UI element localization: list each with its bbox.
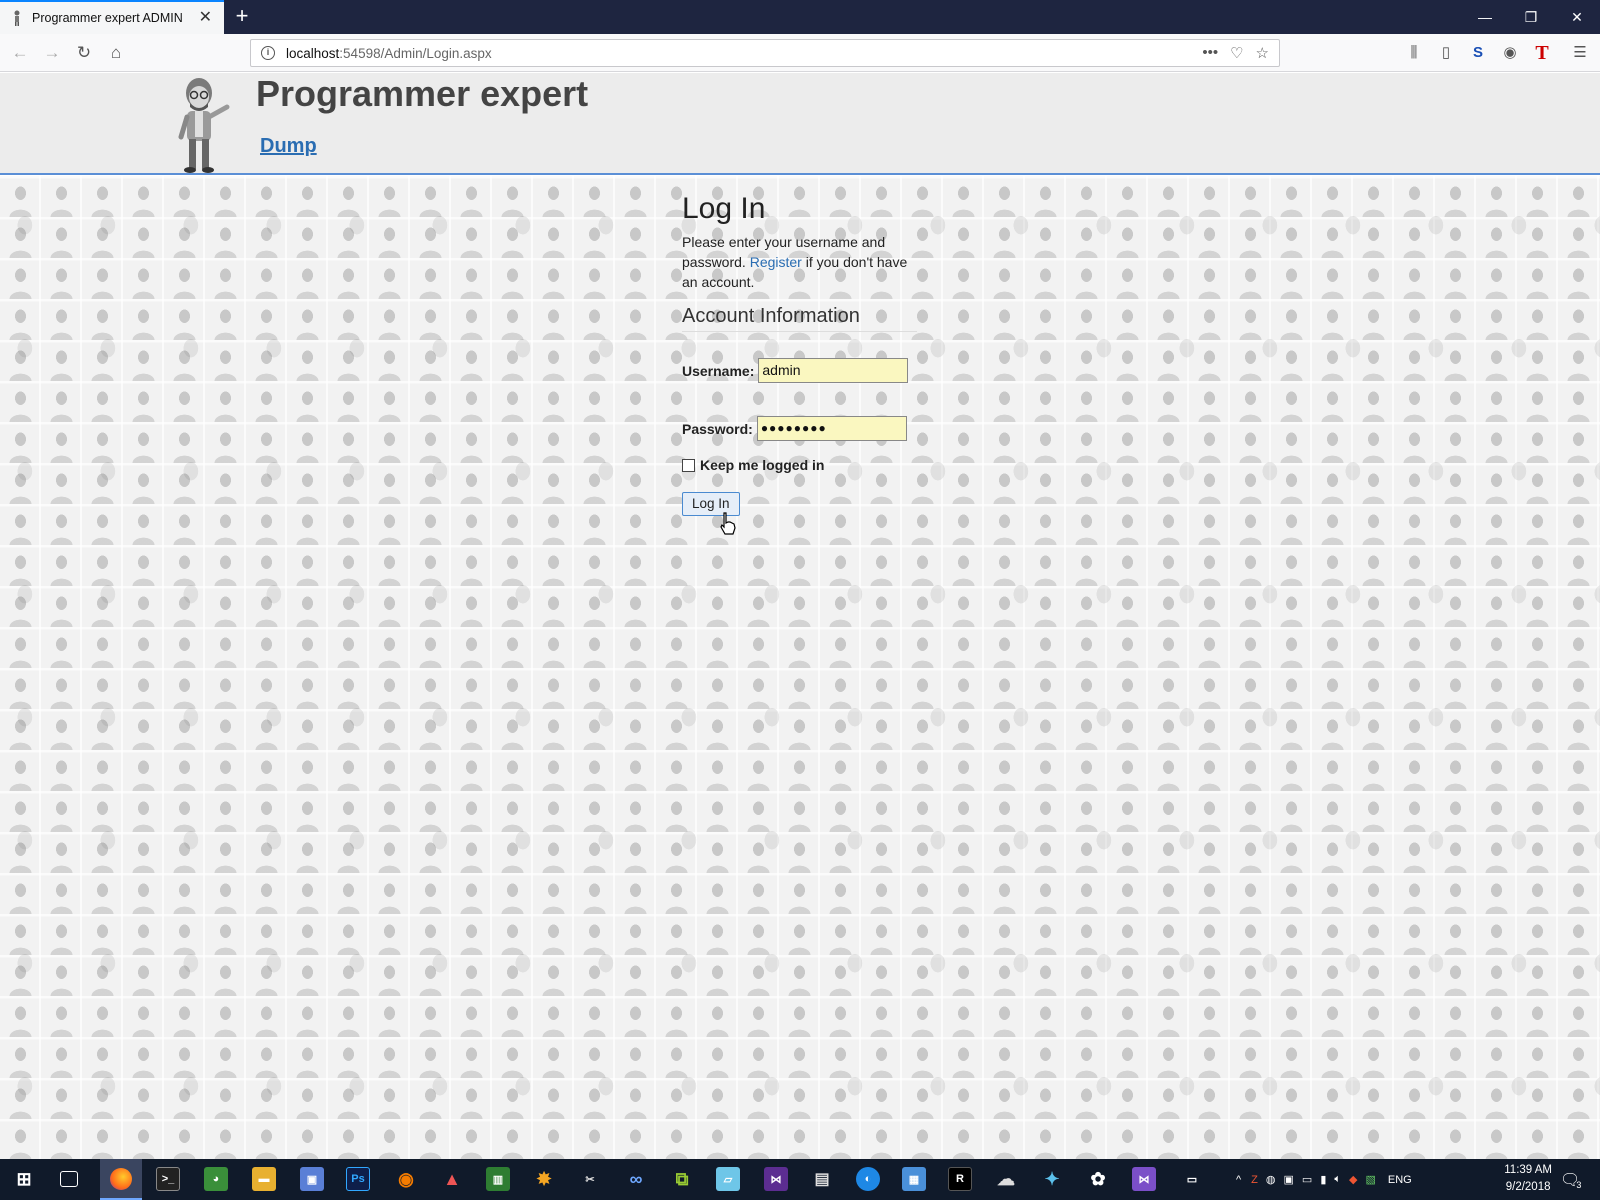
url-bar[interactable]: i localhost:54598/Admin/Login.aspx ••• ♡… [250,39,1280,67]
tray-green-icon[interactable]: ▧ [1365,1173,1375,1186]
tray-usb-icon[interactable]: ▮ [1320,1173,1326,1186]
tab-close-icon[interactable]: ✕ [199,10,212,26]
language-indicator[interactable]: ENG [1388,1174,1412,1186]
browser-titlebar: Programmer expert ADMIN ✕ + — ❐ ✕ [0,0,1600,34]
password-label: Password: [682,420,753,437]
tray-monitor-icon[interactable]: ▭ [1302,1173,1312,1186]
minimize-icon[interactable]: — [1462,0,1508,34]
blender-icon[interactable]: ◉ [394,1167,418,1191]
filezilla-tray-icon[interactable]: Z [1251,1174,1258,1186]
notifications-icon[interactable]: 🗨︎ 3 [1560,1159,1581,1200]
tray-expand-icon[interactable]: ^ [1236,1174,1241,1186]
cloud-icon[interactable]: ☁ [994,1167,1018,1191]
site-header: Programmer expert Dump [0,73,1600,175]
keep-logged-row: Keep me logged in [682,457,828,473]
windows-taskbar: ⊞ >_ ◕ ▬ ▣ Ps ◉ ▲ ▥ ✸ ✂ ∞ ⧉ ▱ ⋈ ▤ ◐ ▦ R … [0,1159,1600,1200]
app-icon[interactable]: ▲ [440,1167,464,1191]
file-explorer-icon[interactable]: ▬ [252,1167,276,1191]
documents-icon[interactable]: ▦ [902,1167,926,1191]
paint-icon[interactable]: ✸ [532,1167,556,1191]
library-icon[interactable]: ⫼ [1404,43,1424,63]
infinity-icon[interactable]: ∞ [624,1167,648,1191]
system-tray: ^ Z ◍ ▣ ▭ ▮ 🔈︎ ◆ ▧ ENG [1236,1159,1412,1200]
tab-title: Programmer expert ADMIN [32,11,183,25]
rider-icon[interactable]: R [948,1167,972,1191]
keep-logged-label: Keep me logged in [700,457,825,473]
visual-studio-icon[interactable]: ⋈ [764,1167,788,1191]
menu-link-dump[interactable]: Dump [260,135,317,158]
clock-time: 11:39 AM [1504,1164,1552,1176]
app-blue-icon[interactable]: ◐ [856,1167,880,1191]
notification-count: 3 [1576,1179,1582,1190]
site-title: Programmer expert [256,73,589,114]
start-icon[interactable]: ⊞ [12,1167,36,1191]
site-info-icon[interactable]: i [261,46,275,60]
video-icon[interactable]: ▤ [810,1167,834,1191]
password-row: Password: ●●●●●●●● [682,416,907,441]
username-row: Username: admin [682,358,909,383]
tray-network-icon[interactable]: ▣ [1284,1173,1294,1186]
close-window-icon[interactable]: ✕ [1554,0,1600,34]
page-actions-icon[interactable]: ••• [1202,44,1218,62]
tray-red-icon[interactable]: ◆ [1349,1173,1357,1186]
login-intro: Please enter your username and password.… [682,232,922,292]
hamburger-menu-icon[interactable]: ☰ [1570,43,1590,63]
username-input[interactable]: admin [758,358,909,383]
login-form: Log In Please enter your username and pa… [682,192,942,516]
new-tab-icon[interactable]: + [230,4,254,28]
sidebar-icon[interactable]: ▯ [1436,43,1456,63]
settings-icon[interactable]: ✿ [1086,1167,1110,1191]
password-input[interactable]: ●●●●●●●● [756,416,907,441]
notepad-icon[interactable]: ▱ [716,1167,740,1191]
extension-t-icon[interactable]: T [1532,43,1552,63]
tools-icon[interactable]: ✂ [578,1167,602,1191]
browser-navbar: ← → ↻ ⌂ i localhost:54598/Admin/Login.as… [0,34,1600,72]
tray-app-icon[interactable]: ◍ [1266,1173,1276,1186]
extension-s-icon[interactable]: S [1468,43,1488,63]
pocket-icon[interactable]: ♡ [1230,44,1243,62]
home-icon[interactable]: ⌂ [104,42,128,64]
volume-icon[interactable]: 🔈︎ [1334,1173,1341,1186]
visual-studio-2-icon[interactable]: ⋈ [1132,1167,1156,1191]
register-link[interactable]: Register [750,254,802,270]
photoshop-icon[interactable]: Ps [346,1167,370,1191]
site-favicon-icon [10,10,24,26]
restore-icon[interactable]: ❐ [1508,0,1554,34]
back-icon[interactable]: ← [8,42,32,64]
chrome-icon[interactable]: ◕ [204,1167,228,1191]
login-heading: Log In [682,192,766,225]
network-icon[interactable]: ✦ [1040,1167,1064,1191]
terminal-icon[interactable]: >_ [156,1167,180,1191]
reload-icon[interactable]: ↻ [72,42,96,64]
keep-logged-checkbox[interactable] [682,458,695,472]
url-host: localhost [286,45,340,61]
username-label: Username: [682,362,755,379]
forward-icon[interactable]: → [40,42,64,64]
bookmark-star-icon[interactable]: ☆ [1256,44,1269,62]
taskbar-clock[interactable]: 11:39 AM 9/2/2018 [1504,1162,1552,1196]
account-info-heading: Account Information [682,305,917,332]
keyboard-icon[interactable]: ▭ [1180,1167,1204,1191]
save-icon[interactable]: ▣ [300,1167,324,1191]
account-icon[interactable]: ◉ [1500,43,1520,63]
chart-app-icon[interactable]: ▥ [486,1167,510,1191]
browser-tab-active[interactable]: Programmer expert ADMIN ✕ [0,0,224,34]
puzzle-icon[interactable]: ⧉ [670,1167,694,1191]
firefox-icon[interactable] [100,1159,142,1200]
url-path: :54598/Admin/Login.aspx [339,45,492,61]
clock-date: 9/2/2018 [1505,1181,1551,1193]
hand-cursor-icon [720,512,736,535]
programmer-mascot-logo [178,78,230,173]
task-view-icon[interactable] [60,1171,78,1187]
